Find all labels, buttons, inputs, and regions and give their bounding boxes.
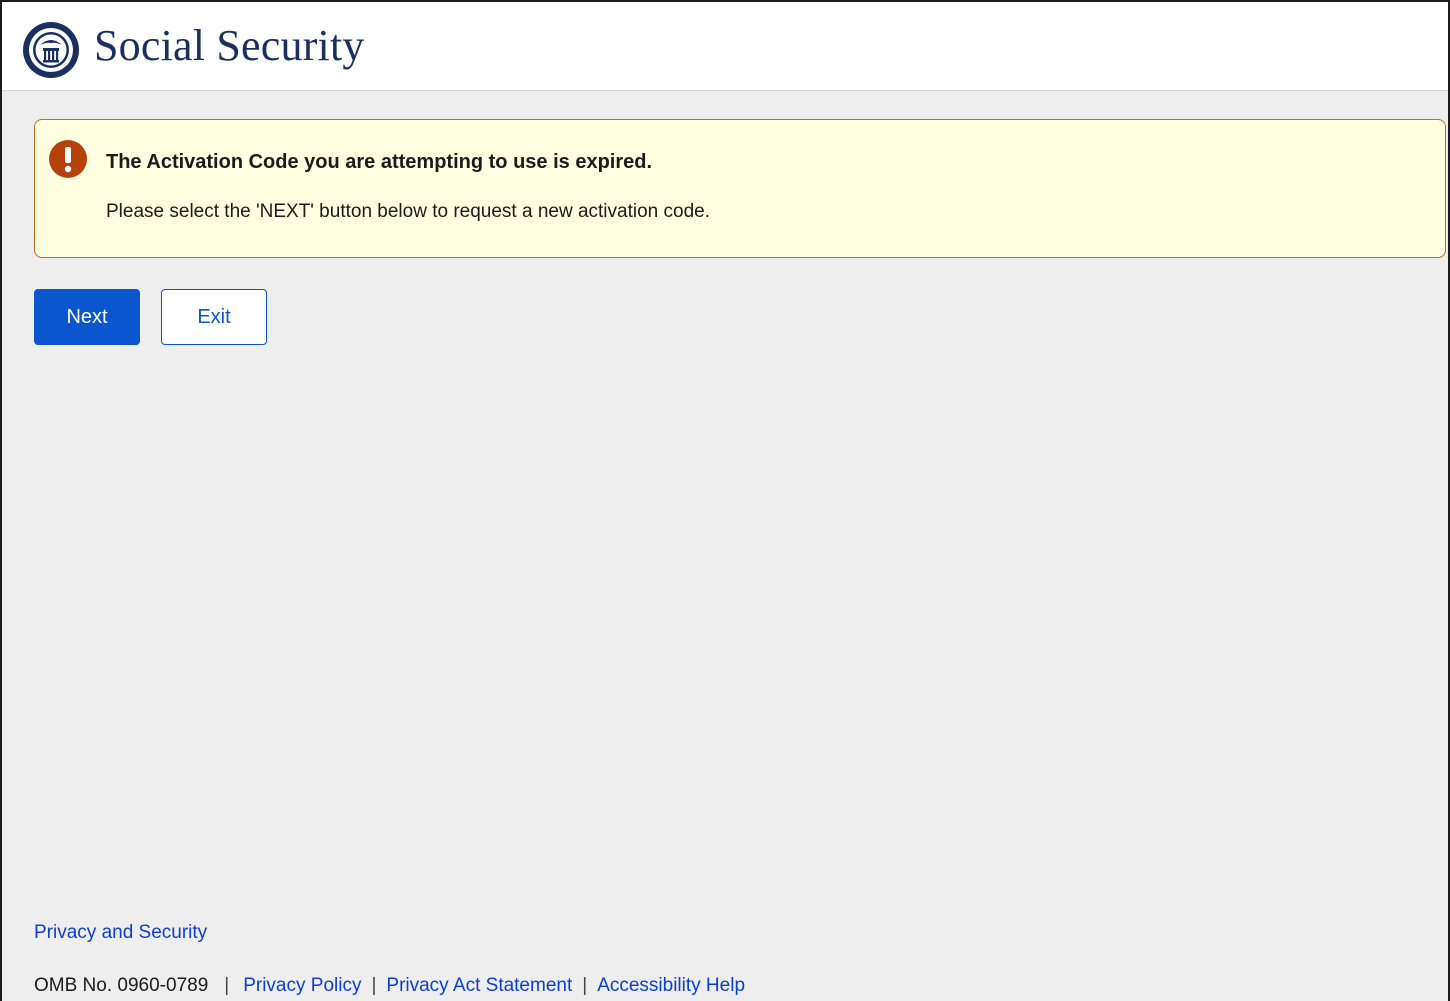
privacy-and-security-link[interactable]: Privacy and Security <box>34 922 207 944</box>
alert-message: Please select the 'NEXT' button below to… <box>106 201 710 222</box>
footer-links: OMB No. 0960-0789 | Privacy Policy | Privacy… <box>34 975 745 997</box>
site-header: Social Security <box>2 2 1448 91</box>
expired-code-alert: The Activation Code you are attempting t… <box>34 119 1446 258</box>
omb-number: OMB No. 0960-0789 <box>34 975 209 996</box>
exclamation-icon <box>49 140 87 178</box>
site-title: Social Security <box>94 21 365 70</box>
privacy-act-statement-link[interactable]: Privacy Act Statement <box>386 975 572 996</box>
ssa-seal-icon <box>23 22 79 78</box>
footer-separator: | <box>371 975 377 996</box>
alert-title: The Activation Code you are attempting t… <box>106 151 653 173</box>
exit-button[interactable]: Exit <box>161 289 267 345</box>
footer-separator: | <box>224 975 230 996</box>
privacy-policy-link[interactable]: Privacy Policy <box>243 975 361 996</box>
next-button[interactable]: Next <box>34 289 140 345</box>
footer-separator: | <box>582 975 588 996</box>
brand[interactable]: Social Security <box>22 21 365 79</box>
accessibility-help-link[interactable]: Accessibility Help <box>597 975 745 996</box>
